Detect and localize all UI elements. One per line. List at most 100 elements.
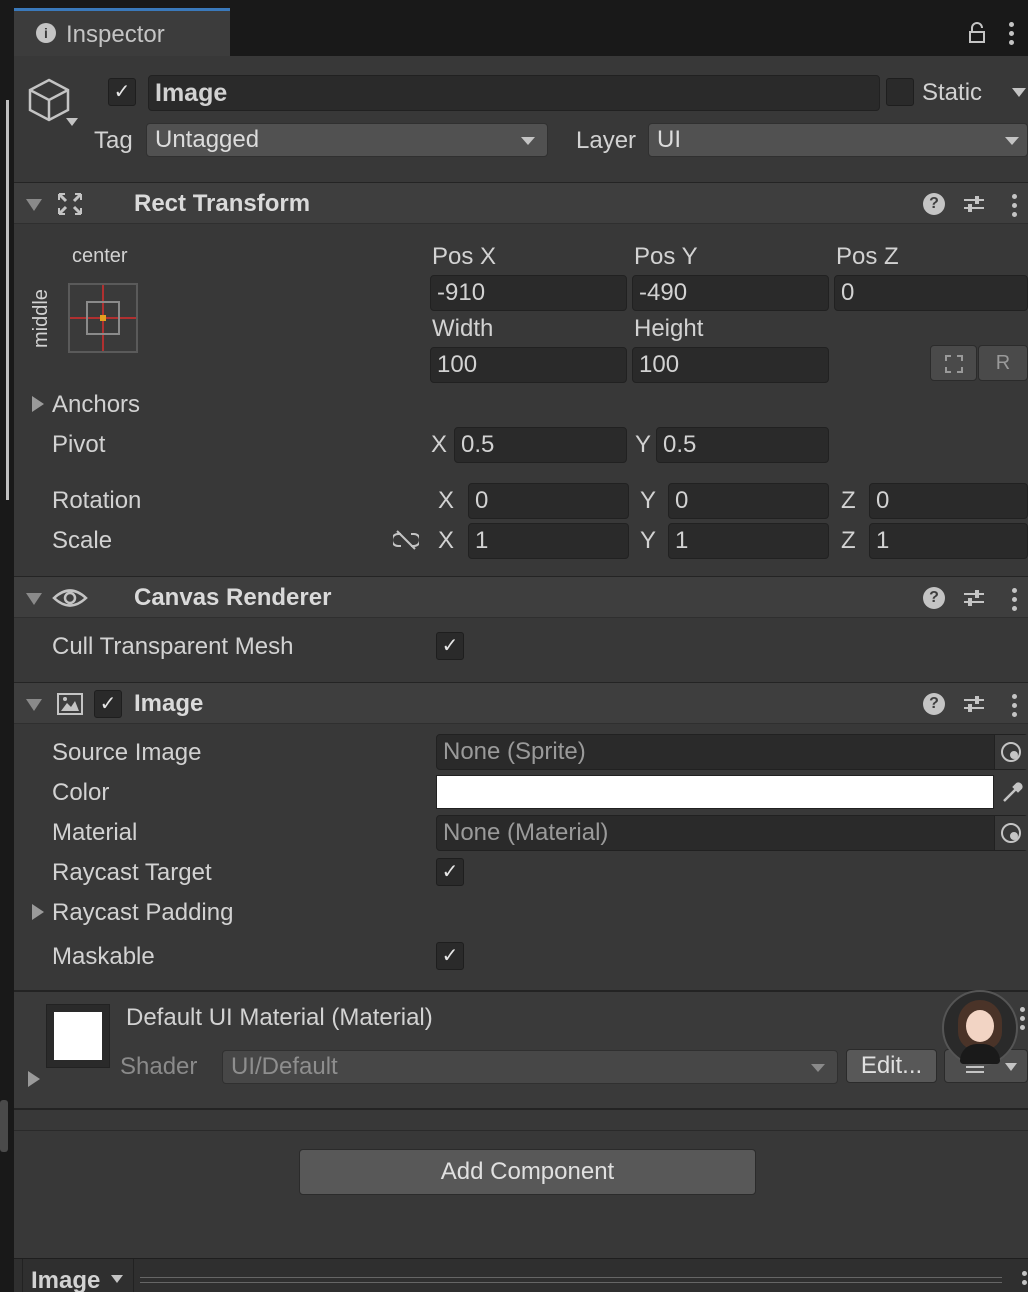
help-icon[interactable]: ?	[923, 587, 945, 609]
chevron-down-icon	[111, 1275, 123, 1283]
inspector-tabbar: i Inspector	[0, 0, 1028, 56]
foldout-arrow-icon[interactable]	[26, 699, 42, 711]
anchor-h-label: center	[72, 245, 128, 267]
foldout-arrow-icon[interactable]	[26, 593, 42, 605]
color-label: Color	[52, 779, 110, 806]
maskable-label: Maskable	[52, 943, 155, 970]
rotation-x-field[interactable]: 0	[468, 483, 629, 519]
rect-transform-title: Rect Transform	[134, 190, 311, 217]
gameobject-cube-icon[interactable]	[26, 76, 72, 122]
static-checkbox[interactable]	[886, 78, 914, 106]
raycast-padding-foldout-icon[interactable]	[32, 904, 44, 920]
scale-x-label: X	[438, 527, 455, 554]
preview-selector-label: Image	[31, 1267, 101, 1292]
pos-z-field[interactable]: 0	[834, 275, 1028, 311]
chevron-down-icon	[811, 1064, 825, 1072]
pos-x-field[interactable]: -910	[430, 275, 627, 311]
material-preview	[46, 1004, 110, 1068]
chevron-down-icon	[1005, 137, 1019, 145]
material-menu-icon[interactable]	[1020, 1007, 1026, 1034]
tab-inspector[interactable]: i Inspector	[14, 8, 230, 56]
image-component-header[interactable]: ✓ Image ?	[14, 682, 1028, 724]
lock-icon[interactable]	[968, 22, 986, 44]
presets-icon[interactable]	[963, 694, 985, 714]
cull-transparent-mesh-checkbox[interactable]: ✓	[436, 632, 464, 660]
raycast-padding-label[interactable]: Raycast Padding	[52, 899, 233, 927]
scale-z-field[interactable]: 1	[869, 523, 1028, 559]
rotation-y-field[interactable]: 0	[668, 483, 829, 519]
component-menu-icon[interactable]	[1012, 588, 1018, 615]
source-image-field[interactable]: None (Sprite)	[436, 734, 1028, 770]
material-value: None (Material)	[443, 819, 609, 846]
unlinked-scale-icon[interactable]	[393, 530, 419, 550]
anchor-v-label: middle	[30, 289, 52, 348]
presets-icon[interactable]	[963, 588, 985, 608]
raycast-target-checkbox[interactable]: ✓	[436, 858, 464, 886]
layer-dropdown[interactable]: UI	[648, 123, 1028, 157]
image-enabled-checkbox[interactable]: ✓	[94, 690, 122, 718]
footer-menu-icon[interactable]	[1022, 1271, 1028, 1289]
material-field[interactable]: None (Material)	[436, 815, 1028, 851]
gameobject-active-checkbox[interactable]: ✓	[108, 78, 136, 106]
left-gutter	[0, 0, 14, 1292]
pivot-y-field[interactable]: 0.5	[656, 427, 829, 463]
pos-y-field[interactable]: -490	[632, 275, 829, 311]
layer-value: UI	[657, 126, 681, 153]
pos-x-label: Pos X	[432, 243, 497, 270]
rotation-z-label: Z	[841, 487, 856, 514]
preview-selector[interactable]: Image	[22, 1259, 134, 1292]
scale-y-field[interactable]: 1	[668, 523, 829, 559]
presets-icon[interactable]	[963, 194, 985, 214]
cull-transparent-mesh-label: Cull Transparent Mesh	[52, 633, 294, 660]
foldout-arrow-icon[interactable]	[26, 199, 42, 211]
rect-transform-header[interactable]: Rect Transform ?	[14, 182, 1028, 224]
raw-edit-button[interactable]: R	[978, 345, 1028, 381]
drag-handle-line[interactable]	[140, 1277, 1002, 1278]
tag-dropdown[interactable]: Untagged	[146, 123, 548, 157]
pivot-label: Pivot	[52, 431, 106, 458]
add-component-separator	[14, 1130, 1028, 1131]
material-picker-button[interactable]	[994, 816, 1028, 850]
material-foldout-icon[interactable]	[28, 1071, 40, 1087]
color-swatch[interactable]	[436, 775, 994, 809]
edit-shader-button[interactable]: Edit...	[846, 1049, 937, 1083]
avatar[interactable]	[942, 990, 1018, 1066]
image-component-title: Image	[134, 690, 204, 717]
scale-x-field[interactable]: 1	[468, 523, 629, 559]
add-component-button[interactable]: Add Component	[299, 1149, 756, 1195]
pivot-x-label: X	[431, 431, 448, 458]
anchors-foldout-icon[interactable]	[32, 396, 44, 412]
raw-edit-label: R	[995, 352, 1011, 374]
tab-inspector-label: Inspector	[66, 21, 165, 48]
shader-dropdown[interactable]: UI/Default	[222, 1050, 838, 1084]
anchors-label[interactable]: Anchors	[52, 391, 140, 419]
component-menu-icon[interactable]	[1012, 194, 1018, 221]
rotation-z-field[interactable]: 0	[869, 483, 1028, 519]
pivot-x-field[interactable]: 0.5	[454, 427, 627, 463]
gameobject-name-field[interactable]: Image	[148, 75, 880, 111]
tab-menu-icon[interactable]	[1009, 22, 1015, 49]
tag-value: Untagged	[155, 126, 260, 153]
tag-label: Tag	[94, 127, 133, 154]
height-field[interactable]: 100	[632, 347, 829, 383]
eyedropper-icon[interactable]	[1000, 779, 1026, 805]
blueprint-mode-button[interactable]	[930, 345, 977, 381]
drag-handle-line[interactable]	[140, 1282, 1002, 1283]
eye-icon	[52, 589, 88, 607]
help-icon[interactable]: ?	[923, 693, 945, 715]
help-icon[interactable]: ?	[923, 193, 945, 215]
anchor-presets-button[interactable]	[68, 283, 138, 353]
material-label: Material	[52, 819, 138, 846]
icon-dropdown-arrow[interactable]	[66, 118, 78, 126]
edit-shader-label: Edit...	[860, 1052, 923, 1079]
rotation-x-label: X	[438, 487, 455, 514]
maskable-checkbox[interactable]: ✓	[436, 942, 464, 970]
component-menu-icon[interactable]	[1012, 694, 1018, 721]
blueprint-icon	[945, 355, 963, 373]
canvas-renderer-header[interactable]: Canvas Renderer ?	[14, 576, 1028, 618]
object-picker-button[interactable]	[994, 735, 1028, 769]
static-dropdown-arrow[interactable]	[1012, 88, 1026, 97]
material-bottom-separator	[14, 1108, 1028, 1110]
add-component-label: Add Component	[440, 1158, 615, 1185]
width-field[interactable]: 100	[430, 347, 627, 383]
